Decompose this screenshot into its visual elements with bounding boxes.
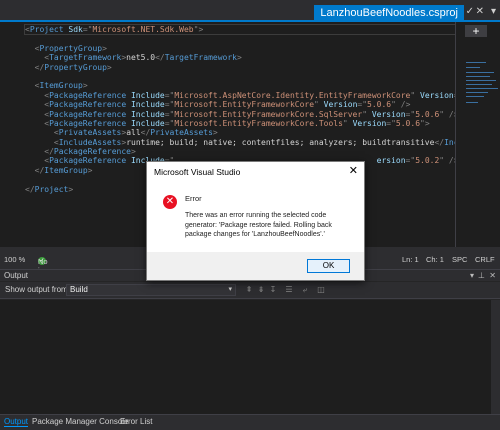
- code-line[interactable]: <PackageReference Include="Microsoft.Asp…: [25, 91, 455, 100]
- code-line[interactable]: <PackageReference Include="Microsoft.Ent…: [25, 110, 455, 119]
- chevron-down-icon[interactable]: ▾: [491, 6, 496, 18]
- pin-icon[interactable]: ⊥: [478, 271, 485, 280]
- code-line[interactable]: <PackageReference Include="Microsoft.Ent…: [25, 119, 455, 128]
- spacing-mode[interactable]: SPC: [452, 255, 467, 264]
- code-line[interactable]: <TargetFramework>net5.0</TargetFramework…: [25, 53, 455, 62]
- output-panel: Output ▾ ⊥ ✕ Show output from: Build ▾ ⇞…: [0, 269, 500, 414]
- ok-button[interactable]: OK: [307, 259, 350, 273]
- column-number: Ch: 1: [426, 255, 444, 264]
- output-source-select[interactable]: Build ▾: [66, 284, 236, 296]
- zoom-level[interactable]: 100 %: [4, 255, 25, 264]
- output-toolbar: Show output from: Build ▾ ⇞ ⇟ ↧ ☰ ⤶ ◫: [0, 282, 500, 299]
- dialog-footer: OK: [147, 252, 364, 280]
- previous-message-icon[interactable]: ⇟: [256, 285, 266, 295]
- split-editor-button[interactable]: +: [465, 25, 487, 37]
- pin-icon[interactable]: ✓: [466, 6, 474, 18]
- find-message-icon[interactable]: ⇞: [244, 285, 254, 295]
- output-title: Output: [4, 271, 29, 280]
- dialog-title: Microsoft Visual Studio: [154, 167, 241, 177]
- line-number: Ln: 1: [402, 255, 419, 264]
- close-icon[interactable]: ✕: [349, 164, 358, 177]
- line-ending[interactable]: CRLF: [475, 255, 495, 264]
- code-line[interactable]: [25, 72, 455, 81]
- code-line[interactable]: <IncludeAssets>runtime; build; native; c…: [25, 138, 455, 147]
- clear-all-icon[interactable]: ☰: [284, 285, 294, 295]
- output-scrollbar[interactable]: [491, 300, 500, 414]
- dialog-message: There was an error running the selected …: [185, 212, 332, 238]
- tab-package-manager-console[interactable]: Package Manager Console: [32, 417, 129, 426]
- dialog-heading: Error: [185, 194, 202, 203]
- tab-label: LanzhouBeefNoodles.csproj: [320, 7, 458, 19]
- tab-lanzhoubeefnoodles-csproj[interactable]: LanzhouBeefNoodles.csproj: [314, 5, 464, 22]
- word-wrap-icon[interactable]: ⤶: [300, 285, 310, 295]
- code-line[interactable]: </PackageReference>: [25, 147, 455, 156]
- document-tab-strip: LanzhouBeefNoodles.csproj ✓ ✕ ▾: [0, 0, 500, 22]
- output-text-area[interactable]: [0, 300, 500, 414]
- code-line[interactable]: <PropertyGroup>: [25, 44, 455, 53]
- tool-window-tabs: Output Package Manager Console Error Lis…: [0, 414, 500, 430]
- close-icon[interactable]: ✕: [489, 271, 496, 280]
- code-line[interactable]: <PackageReference Include="Microsoft.Ent…: [25, 100, 455, 109]
- tab-output[interactable]: Output: [4, 417, 29, 427]
- toggle-icon[interactable]: ◫: [316, 285, 326, 295]
- code-line[interactable]: <ItemGroup>: [25, 81, 455, 90]
- chevron-down-icon: ▾: [228, 286, 232, 293]
- code-line[interactable]: <PrivateAssets>all</PrivateAssets>: [25, 128, 455, 137]
- editor-gutter: [0, 22, 20, 247]
- editor-scrollbar-map[interactable]: +: [455, 22, 500, 247]
- close-icon[interactable]: ✕: [476, 6, 484, 18]
- next-message-icon[interactable]: ↧: [268, 285, 278, 295]
- code-line[interactable]: [25, 34, 455, 43]
- tab-error-list[interactable]: Error List: [120, 417, 152, 426]
- error-dialog: Microsoft Visual Studio ✕ ✕ Error There …: [146, 161, 365, 281]
- chevron-down-icon[interactable]: ▾: [470, 271, 474, 280]
- code-line[interactable]: </PropertyGroup>: [25, 63, 455, 72]
- code-line[interactable]: <Project Sdk="Microsoft.NET.Sdk.Web">: [24, 23, 455, 36]
- error-icon: ✕: [163, 195, 177, 209]
- show-output-from-label: Show output from:: [5, 285, 70, 294]
